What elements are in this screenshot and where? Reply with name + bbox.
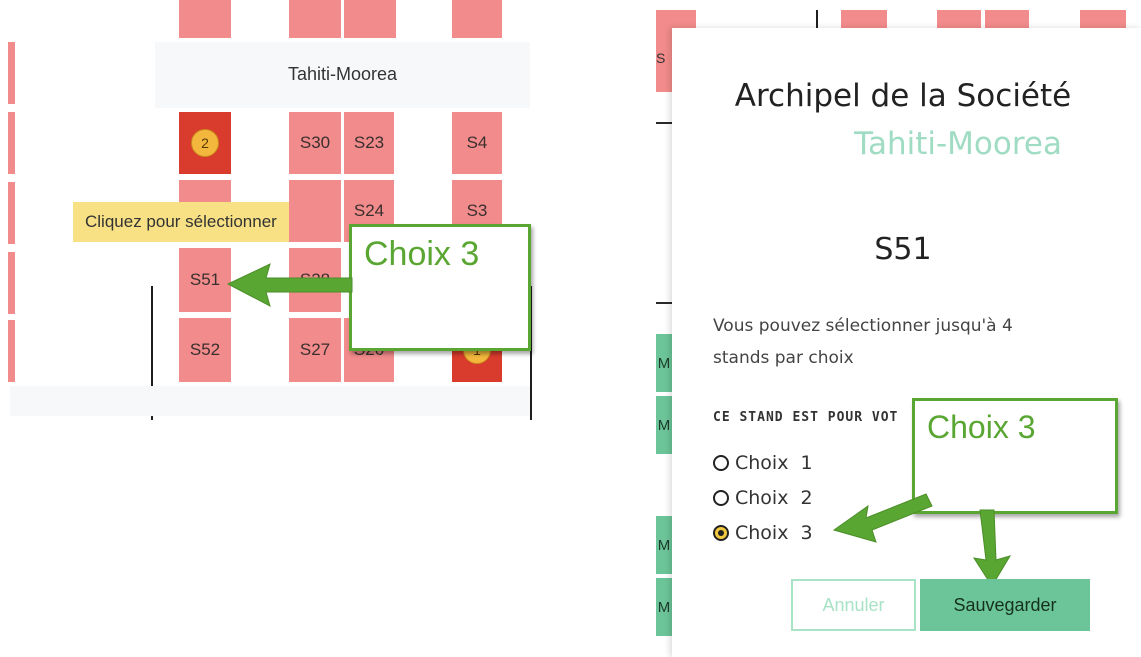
radio-label: Choix	[735, 487, 789, 509]
cancel-button[interactable]: Annuler	[791, 579, 916, 631]
radio-number: 2	[800, 487, 813, 509]
stand-partial-top[interactable]	[452, 0, 502, 38]
annotation-arrow-down-icon	[972, 509, 1012, 587]
map-left-edge-stand[interactable]	[8, 320, 15, 382]
stand-s52[interactable]: S52	[179, 318, 231, 382]
description-line: Vous pouvez sélectionner jusqu'à 4	[713, 316, 1013, 336]
radio-selected-icon[interactable]	[713, 525, 729, 541]
bg-wall	[656, 302, 672, 304]
annotation-arrow-icon	[832, 493, 933, 543]
bg-stand[interactable]	[841, 10, 887, 30]
radio-circle-icon[interactable]	[713, 490, 729, 506]
bg-stand-m[interactable]: M	[656, 578, 672, 636]
bg-stand-m[interactable]: M	[656, 396, 672, 454]
description-line: stands par choix	[713, 348, 854, 368]
choice-badge: 2	[191, 129, 219, 157]
bg-stand-m[interactable]: M	[656, 334, 672, 392]
choice-question-label: CE STAND EST POUR VOT	[713, 410, 899, 425]
radio-number: 1	[800, 452, 813, 474]
floor-bottom-shade	[10, 386, 530, 416]
radio-circle-icon[interactable]	[713, 455, 729, 471]
modal-title: Archipel de la Société	[734, 78, 1072, 114]
map-left-edge-stand[interactable]	[8, 42, 15, 104]
annotation-arrow-icon	[226, 263, 353, 307]
stand-partial-top[interactable]	[344, 0, 396, 38]
radio-option-choix-1[interactable]: Choix 1	[713, 452, 813, 474]
map-left-edge-stand[interactable]	[8, 182, 15, 244]
bg-stand[interactable]: S	[656, 30, 672, 92]
radio-label: Choix	[735, 452, 789, 474]
stand-partial-top[interactable]	[179, 0, 231, 38]
modal-annotation-callout: Choix 3	[912, 398, 1118, 514]
stand-s4[interactable]: S4	[452, 112, 502, 174]
radio-option-choix-2[interactable]: Choix 2	[713, 487, 813, 509]
select-tooltip: Cliquez pour sélectionner	[73, 202, 289, 242]
stand-s30[interactable]: S30	[289, 112, 341, 174]
modal-subtitle: Tahiti-Moorea	[854, 126, 1062, 162]
radio-number: 3	[800, 522, 813, 544]
map-left-edge-stand[interactable]	[8, 112, 15, 174]
radio-label: Choix	[735, 522, 789, 544]
annotation-callout: Choix 3	[349, 224, 531, 351]
modal-description: Vous pouvez sélectionner jusqu'à 4 stand…	[713, 310, 1113, 374]
stand-s27[interactable]: S27	[289, 318, 341, 382]
stand-code: S51	[874, 232, 932, 267]
stand-choice-2[interactable]: 2	[179, 112, 231, 174]
stand-partial-top[interactable]	[289, 0, 341, 38]
stand-hidden-behind-tooltip[interactable]	[289, 180, 341, 242]
bg-stand-m[interactable]: M	[656, 516, 672, 574]
save-button[interactable]: Sauvegarder	[920, 579, 1090, 631]
bg-stand-letter: S	[656, 50, 666, 66]
zone-label: Tahiti-Moorea	[287, 64, 398, 84]
bg-wall	[656, 122, 672, 124]
stand-s23[interactable]: S23	[344, 112, 394, 174]
map-left-edge-stand[interactable]	[8, 252, 15, 314]
radio-option-choix-3[interactable]: Choix 3	[713, 522, 813, 544]
modal-annotation-callout-text: Choix 3	[927, 409, 1036, 445]
annotation-callout-text: Choix 3	[364, 235, 480, 273]
